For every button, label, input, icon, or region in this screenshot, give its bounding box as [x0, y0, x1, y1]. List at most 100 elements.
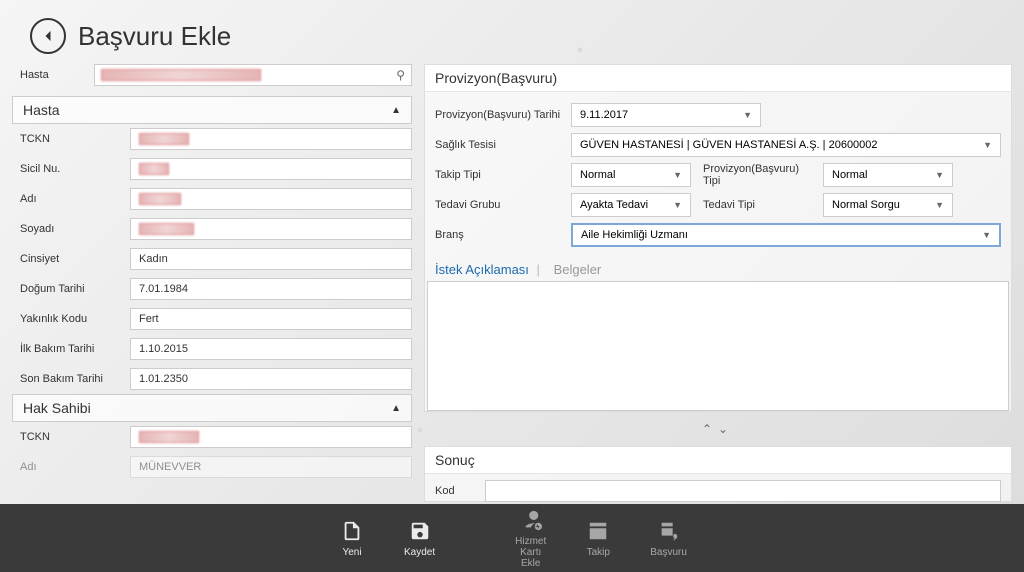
right-column: Provizyon(Başvuru) Provizyon(Başvuru) Ta… — [424, 64, 1012, 502]
cinsiyet-value: Kadın — [139, 253, 168, 265]
yeni-label: Yeni — [342, 547, 361, 558]
yakinlik-input[interactable]: Fert — [130, 308, 412, 330]
chevron-up-icon: ▲ — [391, 105, 401, 116]
yakinlik-value: Fert — [139, 313, 159, 325]
tab-belgeler[interactable]: Belgeler — [554, 262, 602, 277]
ilkbakim-input[interactable]: 1.10.2015 — [130, 338, 412, 360]
patient-search-value-redacted — [101, 69, 261, 81]
chevron-down-icon: ▼ — [983, 140, 992, 150]
field-sonbakim: Son Bakım Tarihi 1.01.2350 — [12, 364, 412, 394]
tedavigrubu-select[interactable]: Ayakta Tedavi ▼ — [571, 193, 691, 217]
search-icon: ⚲ — [396, 68, 405, 82]
kaydet-button[interactable]: Kaydet — [404, 519, 435, 558]
tab-istek[interactable]: İstek Açıklaması — [435, 262, 529, 277]
takip-label: Takip — [587, 547, 610, 558]
soyadi-value-redacted — [139, 223, 194, 235]
section-haksahibi-header[interactable]: Hak Sahibi ▲ — [12, 394, 412, 422]
field-tckn: TCKN — [12, 124, 412, 154]
dogum-input[interactable]: 7.01.1984 — [130, 278, 412, 300]
row-tedavi: Tedavi Grubu Ayakta Tedavi ▼ Tedavi Tipi… — [435, 190, 1001, 220]
hizmet-karti-button[interactable]: Hizmet Kartı Ekle — [515, 508, 546, 569]
sicil-input[interactable] — [130, 158, 412, 180]
save-icon — [408, 519, 432, 543]
hs-tckn-label: TCKN — [20, 431, 130, 443]
arrow-left-icon — [38, 26, 58, 46]
yakinlik-label: Yakınlık Kodu — [20, 313, 130, 325]
back-button[interactable] — [30, 18, 66, 54]
field-hs-adi: Adı MÜNEVVER — [12, 452, 412, 482]
section-hasta-header[interactable]: Hasta ▲ — [12, 96, 412, 124]
row-tarih: Provizyon(Başvuru) Tarihi 9.11.2017 ▼ — [435, 100, 1001, 130]
takip-button[interactable]: Takip — [586, 519, 610, 558]
takiptipi-select[interactable]: Normal ▼ — [571, 163, 691, 187]
row-takip: Takip Tipi Normal ▼ Provizyon(Başvuru) T… — [435, 160, 1001, 190]
hs-tckn-input[interactable] — [130, 426, 412, 448]
adi-input[interactable] — [130, 188, 412, 210]
tesis-value: GÜVEN HASTANESİ | GÜVEN HASTANESİ A.Ş. |… — [580, 139, 878, 151]
hizmet-label: Hizmet Kartı Ekle — [515, 536, 546, 569]
provizyon-panel: Provizyon(Başvuru) Provizyon(Başvuru) Ta… — [424, 64, 1012, 412]
field-sicil: Sicil Nu. — [12, 154, 412, 184]
provtipi-value: Normal — [832, 169, 867, 181]
field-yakinlik: Yakınlık Kodu Fert — [12, 304, 412, 334]
soyadi-input[interactable] — [130, 218, 412, 240]
basvuru-button[interactable]: Başvuru — [650, 519, 687, 558]
soyadi-label: Soyadı — [20, 223, 130, 235]
collapse-toggle[interactable]: ⌃⌄ — [424, 420, 1012, 438]
hs-adi-label: Adı — [20, 461, 130, 473]
sonuc-kod-input[interactable] — [485, 480, 1001, 502]
new-document-icon — [340, 519, 364, 543]
chevron-down-icon: ▼ — [673, 200, 682, 210]
section-haksahibi-title: Hak Sahibi — [23, 400, 91, 416]
patient-search-input[interactable]: ⚲ — [94, 64, 412, 86]
patient-search-row: Hasta ⚲ — [20, 64, 412, 86]
ilkbakim-value: 1.10.2015 — [139, 343, 188, 355]
tedavitipi-value: Normal Sorgu — [832, 199, 900, 211]
sonuc-panel-title: Sonuç — [425, 447, 1011, 474]
field-cinsiyet: Cinsiyet Kadın — [12, 244, 412, 274]
tckn-value-redacted — [139, 133, 189, 145]
section-hasta-title: Hasta — [23, 102, 60, 118]
sicil-label: Sicil Nu. — [20, 163, 130, 175]
row-tesis: Sağlık Tesisi GÜVEN HASTANESİ | GÜVEN HA… — [435, 130, 1001, 160]
tckn-label: TCKN — [20, 133, 130, 145]
chevron-down-icon: ▼ — [673, 170, 682, 180]
field-hs-tckn: TCKN — [12, 422, 412, 452]
sonbakim-input[interactable]: 1.01.2350 — [130, 368, 412, 390]
tedavitipi-select[interactable]: Normal Sorgu ▼ — [823, 193, 953, 217]
brans-select[interactable]: Aile Hekimliği Uzmanı ▼ — [571, 223, 1001, 247]
tckn-input[interactable] — [130, 128, 412, 150]
tesis-select[interactable]: GÜVEN HASTANESİ | GÜVEN HASTANESİ A.Ş. |… — [571, 133, 1001, 157]
tarih-value: 9.11.2017 — [580, 109, 628, 121]
hs-adi-input[interactable]: MÜNEVVER — [130, 456, 412, 478]
chevron-up-icon: ⌃ — [702, 422, 718, 436]
yeni-button[interactable]: Yeni — [340, 519, 364, 558]
sonuc-kod-row: Kod — [425, 474, 1011, 508]
takiptipi-label: Takip Tipi — [435, 169, 565, 181]
hs-tckn-value-redacted — [139, 431, 199, 443]
tarih-input[interactable]: 9.11.2017 ▼ — [571, 103, 761, 127]
tracking-icon — [586, 519, 610, 543]
adi-label: Adı — [20, 193, 130, 205]
provtipi-select[interactable]: Normal ▼ — [823, 163, 953, 187]
page-title: Başvuru Ekle — [78, 21, 231, 52]
dogum-label: Doğum Tarihi — [20, 283, 130, 295]
field-adi: Adı — [12, 184, 412, 214]
application-search-icon — [657, 519, 681, 543]
sicil-value-redacted — [139, 163, 169, 175]
brans-value: Aile Hekimliği Uzmanı — [581, 229, 688, 241]
chevron-up-icon: ▲ — [391, 403, 401, 414]
cinsiyet-input[interactable]: Kadın — [130, 248, 412, 270]
chevron-down-icon: ▼ — [743, 110, 752, 120]
takiptipi-value: Normal — [580, 169, 615, 181]
content-area: Hasta ⚲ Hasta ▲ TCKN Sicil Nu. Adı Soyad… — [0, 64, 1024, 502]
brans-label: Branş — [435, 229, 565, 241]
left-column: Hasta ⚲ Hasta ▲ TCKN Sicil Nu. Adı Soyad… — [12, 64, 412, 502]
field-ilkbakim: İlk Bakım Tarihi 1.10.2015 — [12, 334, 412, 364]
ilkbakim-label: İlk Bakım Tarihi — [20, 343, 130, 355]
adi-value-redacted — [139, 193, 181, 205]
page-header: Başvuru Ekle — [0, 0, 1024, 64]
tarih-label: Provizyon(Başvuru) Tarihi — [435, 109, 565, 121]
field-dogum: Doğum Tarihi 7.01.1984 — [12, 274, 412, 304]
istek-textarea[interactable] — [427, 281, 1009, 411]
